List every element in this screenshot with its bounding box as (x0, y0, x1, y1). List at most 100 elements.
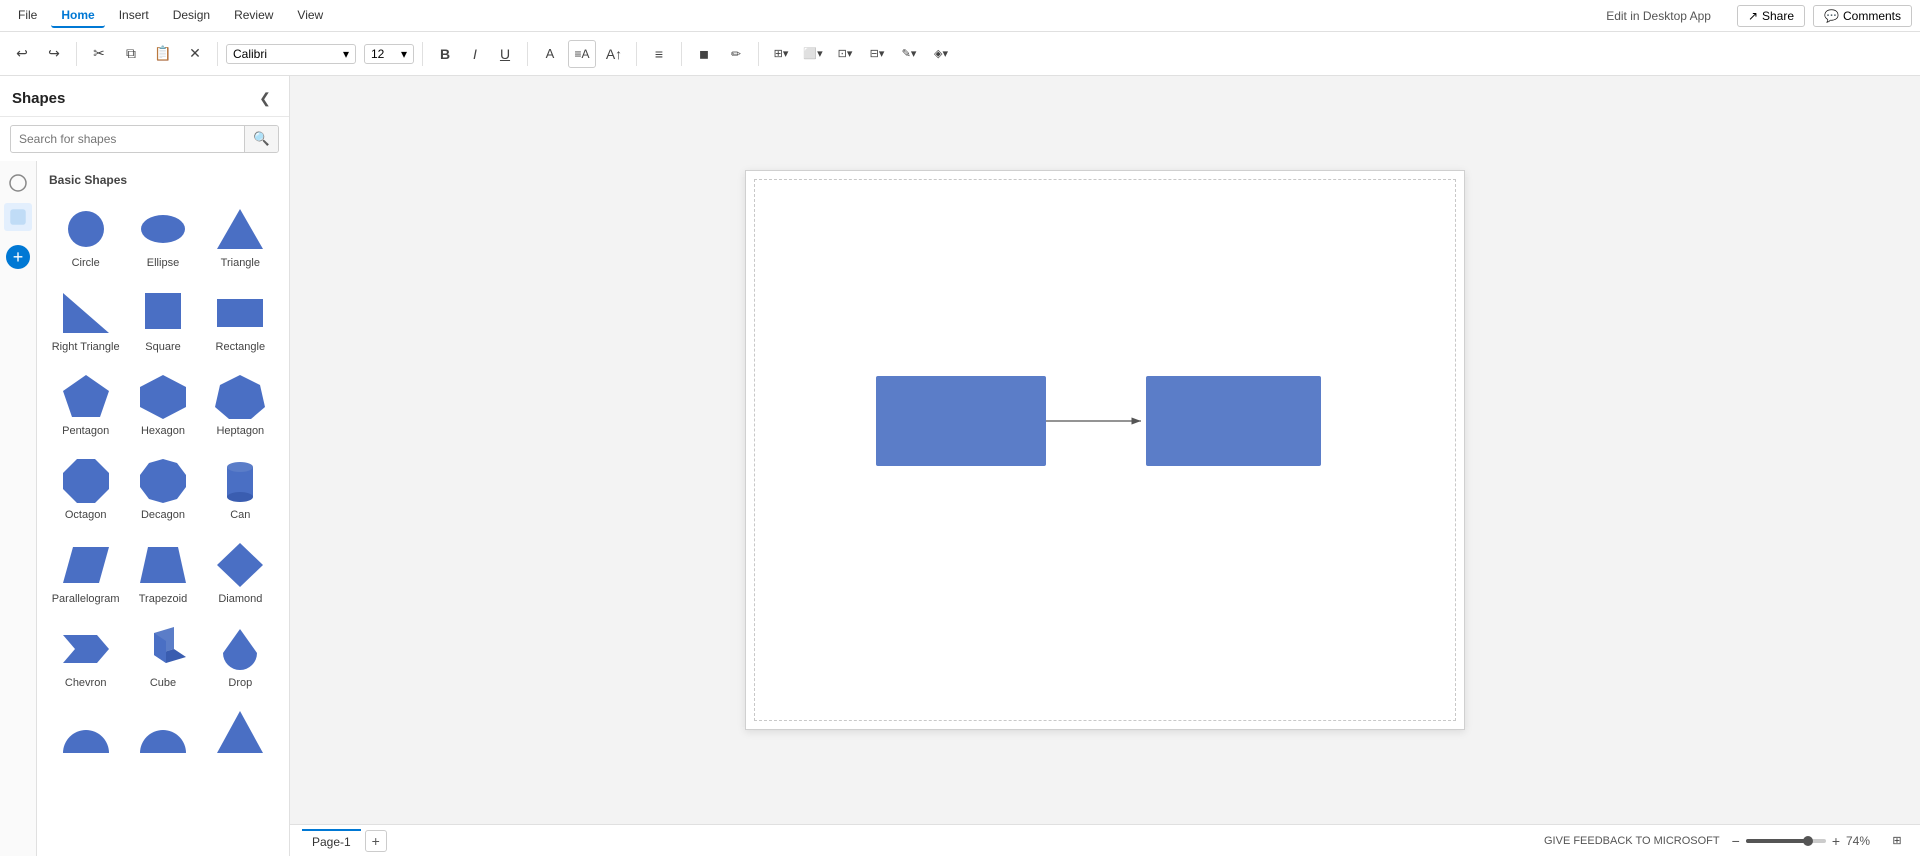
shape-can[interactable]: Can (202, 449, 279, 529)
clear-button[interactable]: ✕ (181, 40, 209, 68)
grow-font-button[interactable]: A↑ (600, 40, 628, 68)
menu-file[interactable]: File (8, 4, 47, 28)
zoom-out-button[interactable]: − (1732, 833, 1740, 849)
edit-desktop-link[interactable]: Edit in Desktop App (1596, 5, 1721, 27)
copy-button[interactable]: ⧉ (117, 40, 145, 68)
share-button[interactable]: ↗ Share (1737, 5, 1805, 27)
shape-diamond[interactable]: Diamond (202, 533, 279, 613)
comments-button[interactable]: 💬 Comments (1813, 5, 1912, 27)
shapes-icon[interactable] (4, 169, 32, 197)
shape-cube[interactable]: Cube (124, 617, 201, 697)
shape-circle[interactable]: Circle (47, 197, 124, 277)
toolbar-divider-4 (527, 42, 528, 66)
fill-color-button[interactable]: ◼ (690, 40, 718, 68)
zoom-in-button[interactable]: + (1832, 833, 1840, 849)
menu-insert[interactable]: Insert (109, 4, 159, 28)
group-button[interactable]: ⬜▾ (799, 40, 827, 68)
menu-design[interactable]: Design (163, 4, 220, 28)
search-input[interactable] (11, 127, 244, 151)
shape-pentagon-label: Pentagon (62, 425, 109, 437)
title-bar: File Home Insert Design Review View Edit… (0, 0, 1920, 32)
font-name-selector[interactable]: Calibri ▾ (226, 44, 356, 64)
shape-rectangle-label: Rectangle (216, 341, 266, 353)
zoom-slider[interactable] (1746, 839, 1826, 843)
zoom-control: − + 74% ⊞ (1732, 830, 1908, 852)
shape-drop[interactable]: Drop (202, 617, 279, 697)
canvas-container[interactable] (290, 76, 1920, 824)
shape-rectangle[interactable]: Rectangle (202, 281, 279, 361)
font-size-selector[interactable]: 12 ▾ (364, 44, 414, 64)
toolbar-divider-3 (422, 42, 423, 66)
shape-octagon[interactable]: Octagon (47, 449, 124, 529)
font-dropdown-icon: ▾ (343, 47, 349, 61)
italic-button[interactable]: I (461, 40, 489, 68)
basic-shapes-icon[interactable] (4, 203, 32, 231)
edit-shape-button[interactable]: ✎▾ (895, 40, 923, 68)
zoom-slider-handle[interactable] (1803, 836, 1813, 846)
shape-parallelogram[interactable]: Parallelogram (47, 533, 124, 613)
toolbar-divider-2 (217, 42, 218, 66)
undo-button[interactable]: ↩ (8, 40, 36, 68)
shape-pentagon[interactable]: Pentagon (47, 365, 124, 445)
collapse-sidebar-button[interactable]: ❮ (253, 86, 277, 110)
shape-half-1[interactable] (47, 701, 124, 769)
toolbar-divider-5 (636, 42, 637, 66)
effects-button[interactable]: ◈▾ (927, 40, 955, 68)
add-stencil-icon[interactable]: + (6, 245, 30, 269)
shape-chevron[interactable]: Chevron (47, 617, 124, 697)
shape-heptagon[interactable]: Heptagon (202, 365, 279, 445)
align-button[interactable]: ≡ (645, 40, 673, 68)
line-color-button[interactable]: ✏ (722, 40, 750, 68)
menu-home[interactable]: Home (51, 4, 104, 28)
shape-triangle-label: Triangle (221, 257, 260, 269)
shape-right-triangle[interactable]: Right Triangle (47, 281, 124, 361)
shapes-sidebar: Shapes ❮ 🔍 + Basic Shapes (0, 76, 290, 856)
diagram-rect-2[interactable] (1146, 376, 1321, 466)
size-button[interactable]: ⊟▾ (863, 40, 891, 68)
diagram-rect-1[interactable] (876, 376, 1046, 466)
shape-hexagon[interactable]: Hexagon (124, 365, 201, 445)
main-layout: Shapes ❮ 🔍 + Basic Shapes (0, 76, 1920, 856)
position-button[interactable]: ⊡▾ (831, 40, 859, 68)
shape-circle-label: Circle (72, 257, 100, 269)
shape-trapezoid[interactable]: Trapezoid (124, 533, 201, 613)
bottom-right-controls: GIVE FEEDBACK TO MICROSOFT − + 74% ⊞ (1544, 830, 1908, 852)
menu-review[interactable]: Review (224, 4, 283, 28)
canvas-page[interactable] (745, 170, 1465, 730)
shape-triangle[interactable]: Triangle (202, 197, 279, 277)
arrange-button[interactable]: ⊞▾ (767, 40, 795, 68)
shape-decagon[interactable]: Decagon (124, 449, 201, 529)
shape-octagon-label: Octagon (65, 509, 107, 521)
add-page-button[interactable]: + (365, 830, 387, 852)
shape-half-3[interactable] (202, 701, 279, 769)
shape-square[interactable]: Square (124, 281, 201, 361)
page-tab-label: Page-1 (312, 835, 351, 849)
bold-button[interactable]: B (431, 40, 459, 68)
redo-button[interactable]: ↪ (40, 40, 68, 68)
cut-button[interactable]: ✂ (85, 40, 113, 68)
feedback-text[interactable]: GIVE FEEDBACK TO MICROSOFT (1544, 835, 1720, 847)
shape-square-label: Square (145, 341, 180, 353)
shape-ellipse[interactable]: Ellipse (124, 197, 201, 277)
shape-chevron-label: Chevron (65, 677, 107, 689)
font-format-button[interactable]: ≡A (568, 40, 596, 68)
underline-button[interactable]: U (491, 40, 519, 68)
shape-search-bar[interactable]: 🔍 (10, 125, 279, 153)
menu-view[interactable]: View (287, 4, 333, 28)
fit-page-button[interactable]: ⊞ (1886, 830, 1908, 852)
toolbar: ↩ ↪ ✂ ⧉ 📋 ✕ Calibri ▾ 12 ▾ B I U A ≡A A↑… (0, 32, 1920, 76)
text-color-button[interactable]: A (536, 40, 564, 68)
shapes-panel: Basic Shapes Circle Ellipse (37, 161, 289, 856)
shape-decagon-label: Decagon (141, 509, 185, 521)
search-button[interactable]: 🔍 (244, 126, 278, 152)
paste-button[interactable]: 📋 (149, 40, 177, 68)
search-icon: 🔍 (253, 131, 270, 146)
shape-ellipse-label: Ellipse (147, 257, 179, 269)
page-tab-1[interactable]: Page-1 (302, 829, 361, 853)
shape-can-label: Can (230, 509, 250, 521)
shape-half-2[interactable] (124, 701, 201, 769)
shape-diamond-label: Diamond (218, 593, 262, 605)
sidebar-body: + Basic Shapes Circle (0, 161, 289, 856)
toolbar-divider-1 (76, 42, 77, 66)
connector-arrow (1046, 376, 1146, 466)
